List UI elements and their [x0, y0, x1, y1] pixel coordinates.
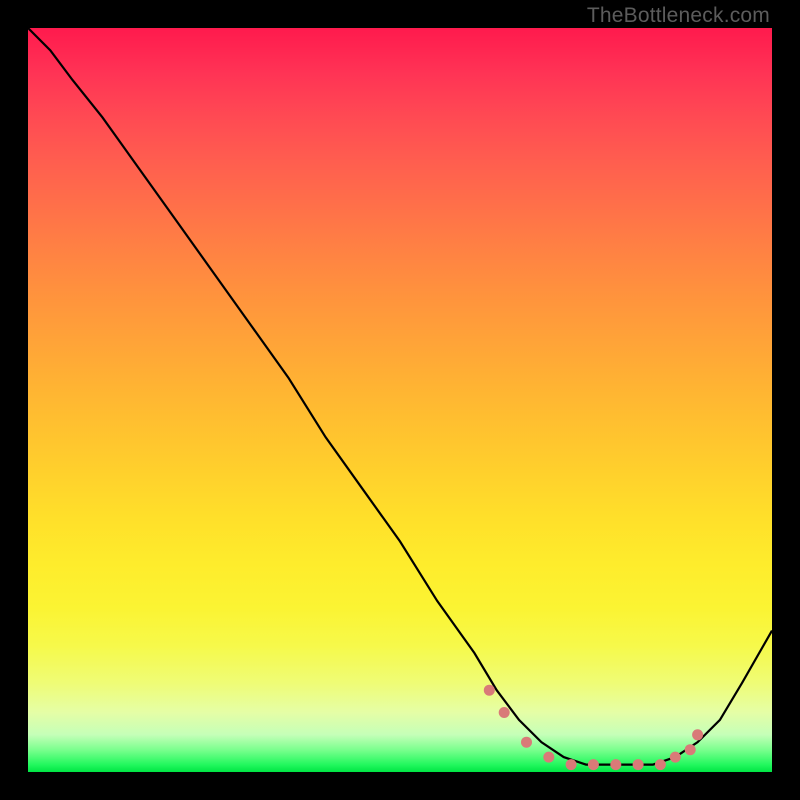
highlight-dot [685, 744, 696, 755]
highlight-dot [588, 759, 599, 770]
highlight-dot [521, 737, 532, 748]
highlight-dot [499, 707, 510, 718]
highlight-markers [484, 685, 703, 770]
highlight-dot [566, 759, 577, 770]
plot-area [28, 28, 772, 772]
chart-frame: TheBottleneck.com [0, 0, 800, 800]
highlight-dot [655, 759, 666, 770]
bottleneck-curve-path [28, 28, 772, 765]
highlight-dot [692, 729, 703, 740]
highlight-dot [484, 685, 495, 696]
highlight-dot [633, 759, 644, 770]
highlight-dot [610, 759, 621, 770]
watermark-text: TheBottleneck.com [587, 4, 770, 28]
highlight-dot [670, 752, 681, 763]
highlight-dot [543, 752, 554, 763]
curve-svg [28, 28, 772, 772]
